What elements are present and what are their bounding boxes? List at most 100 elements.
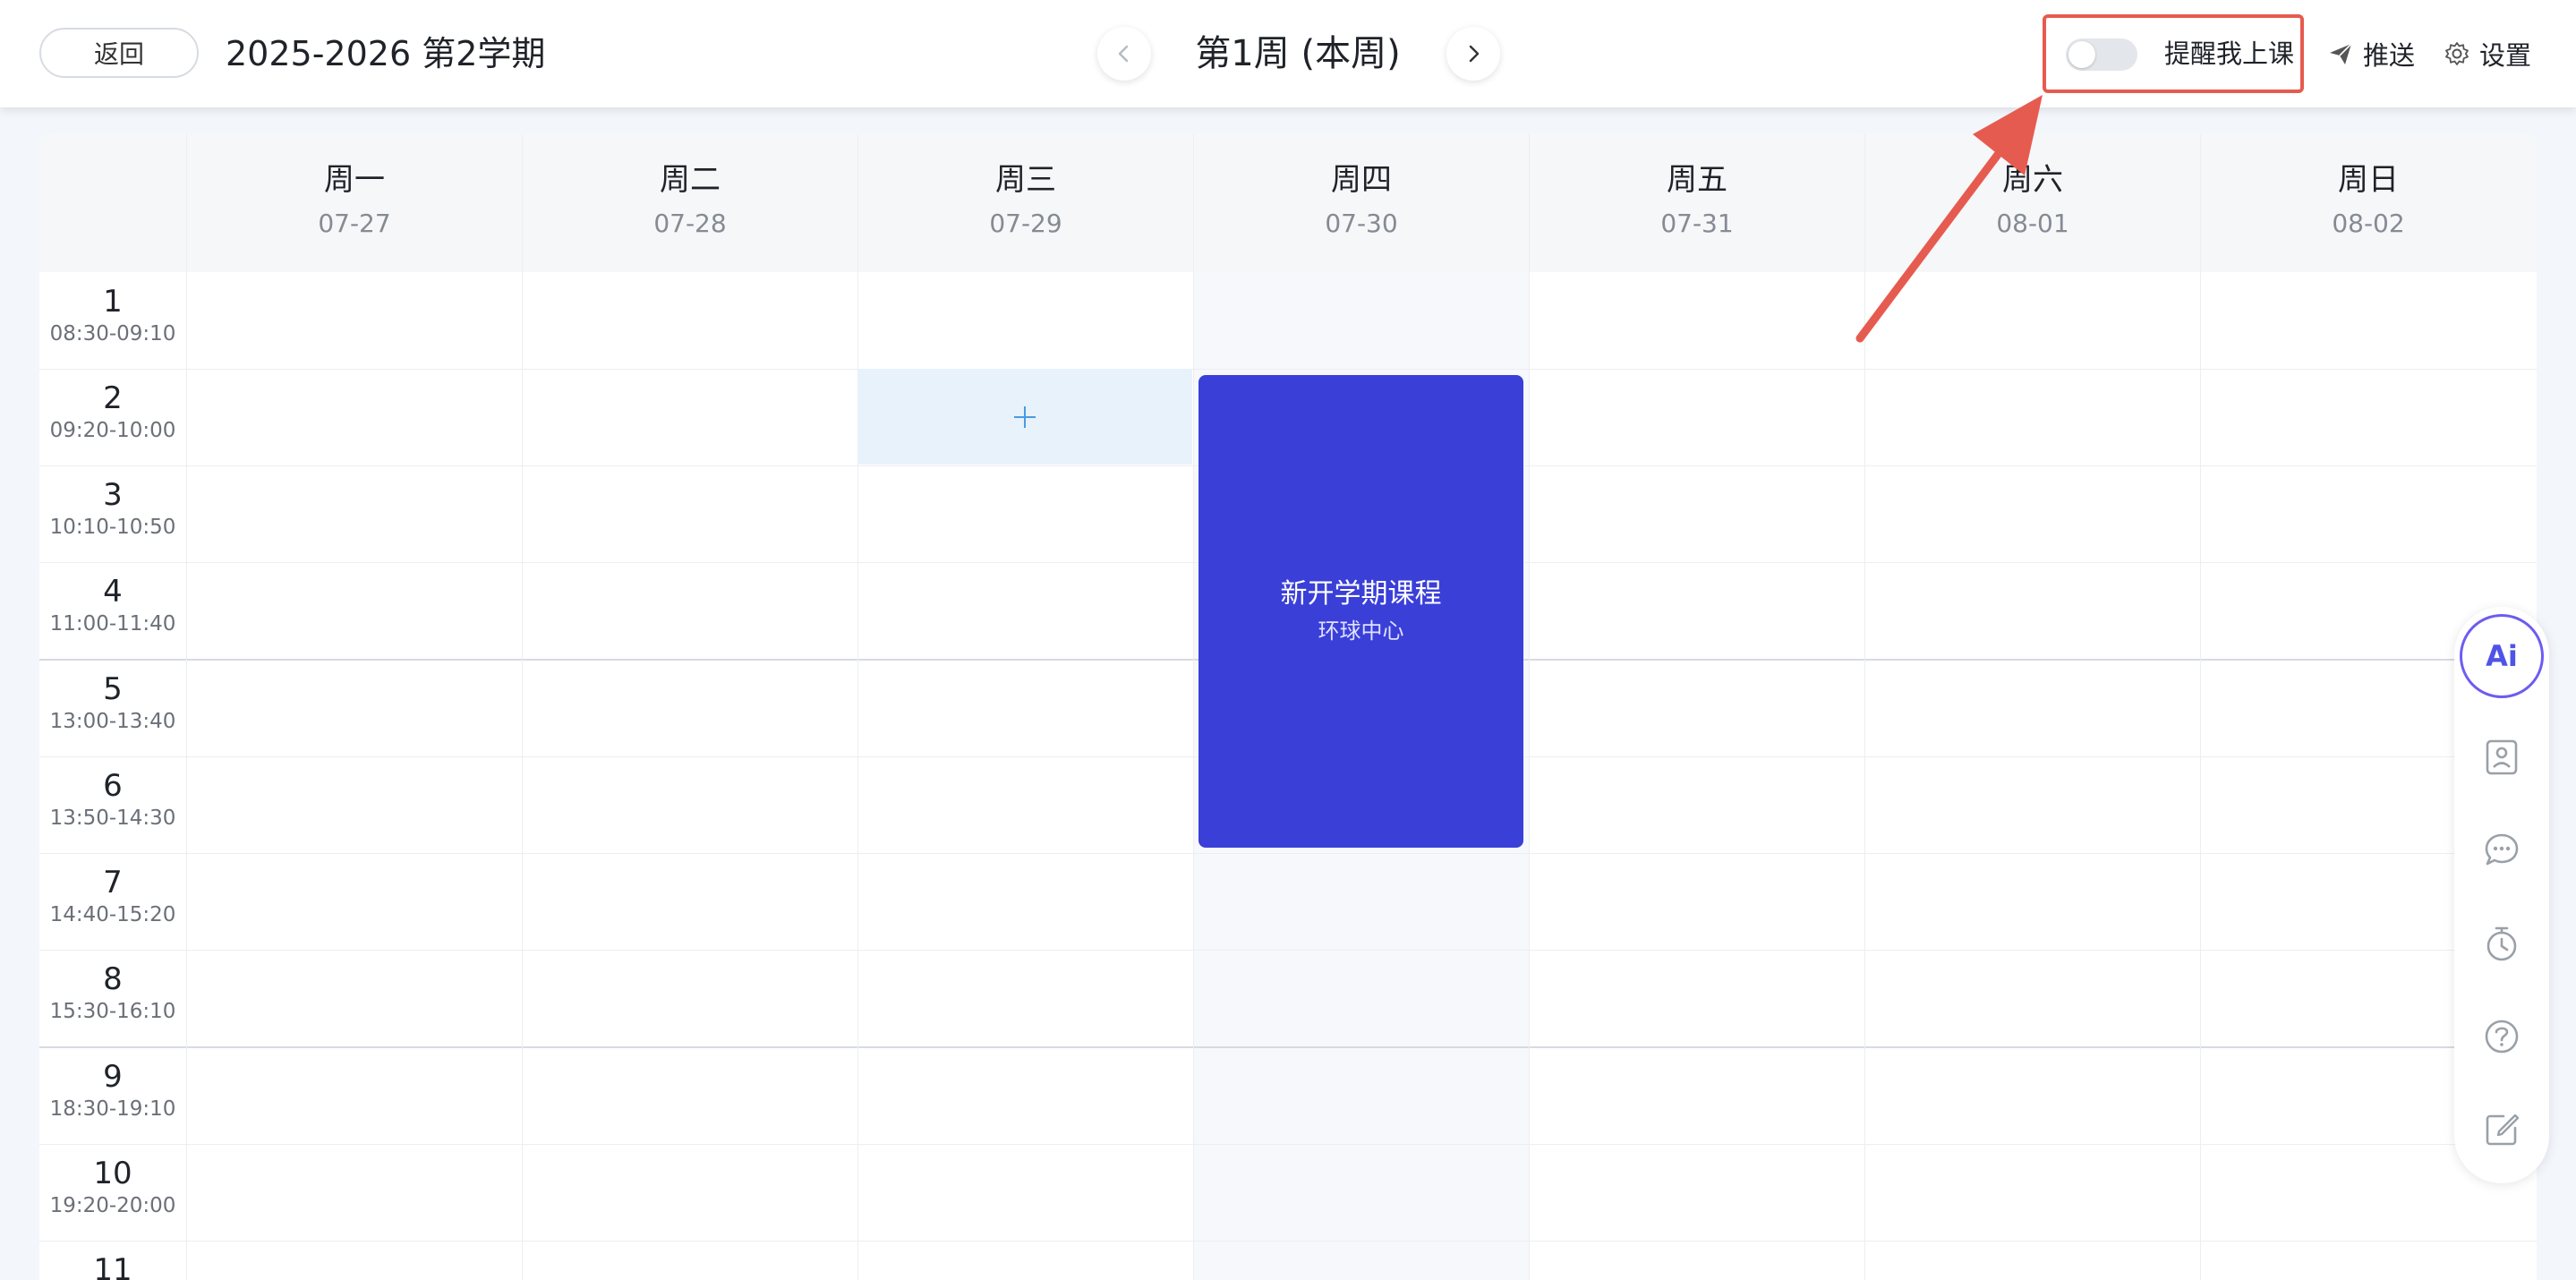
edit-button[interactable] xyxy=(2466,1094,2538,1165)
period-number: 7 xyxy=(103,865,123,900)
chat-icon xyxy=(2485,833,2519,866)
day-header: 周日 08-02 xyxy=(2200,134,2536,272)
gear-icon xyxy=(2445,42,2469,65)
highlight-box xyxy=(2043,14,2304,93)
column-divider xyxy=(1193,272,1194,1280)
week-title: 第1周 (本周) xyxy=(1195,33,1401,74)
timetable-grid: 1 08:30-09:10 2 09:20-10:00 3 10:10-10:5… xyxy=(39,272,2537,1280)
send-icon xyxy=(2330,43,2352,64)
day-header: 周五 07-31 xyxy=(1529,134,1864,272)
period-time: 09:20-10:00 xyxy=(49,419,176,442)
settings-button[interactable]: 设置 xyxy=(2444,34,2531,73)
day-header: 周三 07-29 xyxy=(857,134,1193,272)
period-label: 7 14:40-15:20 xyxy=(39,853,186,950)
period-number: 10 xyxy=(93,1156,132,1191)
column-divider xyxy=(522,272,523,1280)
back-button[interactable]: 返回 xyxy=(39,28,199,78)
day-date: 08-02 xyxy=(2332,209,2405,238)
course-name: 新开学期课程 xyxy=(1280,578,1442,610)
period-time: 19:20-20:00 xyxy=(49,1194,176,1217)
side-toolbar: Ai xyxy=(2454,607,2549,1183)
day-date: 07-27 xyxy=(318,209,391,238)
period-number: 11 xyxy=(93,1252,132,1280)
period-label: 4 11:00-11:40 xyxy=(39,562,186,659)
period-time: 08:30-09:10 xyxy=(49,322,176,346)
chat-button[interactable] xyxy=(2466,815,2538,886)
period-number: 3 xyxy=(103,477,123,513)
period-time: 14:40-15:20 xyxy=(49,903,176,926)
day-name: 周六 xyxy=(2002,162,2063,198)
push-label: 推送 xyxy=(2363,40,2416,71)
period-label: 3 10:10-10:50 xyxy=(39,465,186,562)
day-name: 周四 xyxy=(1331,162,1392,198)
prev-week-button[interactable] xyxy=(1097,27,1151,81)
plus-icon xyxy=(1014,405,1036,428)
day-name: 周五 xyxy=(1667,162,1727,198)
contact-card-icon xyxy=(2486,739,2518,775)
period-label: 2 09:20-10:00 xyxy=(39,369,186,465)
timer-icon xyxy=(2486,926,2517,961)
top-bar: 返回 2025-2026 第2学期 第1周 (本周) 提醒我上课 推送 设置 xyxy=(0,0,2576,107)
day-name: 周一 xyxy=(324,162,385,198)
column-divider xyxy=(1529,272,1530,1280)
course-location: 环球中心 xyxy=(1318,619,1404,644)
period-label: 6 13:50-14:30 xyxy=(39,756,186,853)
push-button[interactable]: 推送 xyxy=(2327,34,2415,73)
edit-icon xyxy=(2486,1114,2520,1146)
period-time: 11:00-11:40 xyxy=(49,612,176,636)
period-time: 13:00-13:40 xyxy=(49,710,176,733)
period-number: 2 xyxy=(103,380,123,416)
period-number: 8 xyxy=(103,961,123,997)
day-header: 周二 07-28 xyxy=(522,134,857,272)
column-divider xyxy=(1864,272,1865,1280)
period-number: 4 xyxy=(103,574,123,610)
period-time: 10:10-10:50 xyxy=(49,516,176,539)
period-number: 6 xyxy=(103,768,123,804)
day-name: 周二 xyxy=(660,162,721,198)
session-divider xyxy=(39,1046,2537,1048)
column-divider xyxy=(186,272,187,1280)
help-icon xyxy=(2485,1020,2519,1054)
settings-label: 设置 xyxy=(2479,40,2532,71)
period-label: 9 18:30-19:10 xyxy=(39,1047,186,1144)
day-header: 周四 07-30 xyxy=(1193,134,1529,272)
period-label: 1 08:30-09:10 xyxy=(39,272,186,369)
day-name: 周日 xyxy=(2338,162,2399,198)
contact-card-button[interactable] xyxy=(2466,721,2538,793)
row-divider xyxy=(39,1144,2537,1145)
period-label: 10 19:20-20:00 xyxy=(39,1144,186,1241)
period-number: 9 xyxy=(103,1059,123,1095)
period-number: 1 xyxy=(103,284,123,320)
day-date: 07-31 xyxy=(1660,209,1734,238)
course-card[interactable]: 新开学期课程 环球中心 xyxy=(1198,375,1523,848)
chevron-left-icon xyxy=(1118,45,1129,63)
row-divider xyxy=(39,1241,2537,1242)
day-header-row: 周一 07-27 周二 07-28 周三 07-29 周四 07-30 周五 0… xyxy=(39,134,2537,272)
day-date: 07-28 xyxy=(653,209,727,238)
day-date: 07-29 xyxy=(989,209,1062,238)
timer-button[interactable] xyxy=(2466,908,2538,979)
timetable: 周一 07-27 周二 07-28 周三 07-29 周四 07-30 周五 0… xyxy=(39,134,2537,1280)
period-time: 13:50-14:30 xyxy=(49,806,176,830)
day-header: 周一 07-27 xyxy=(186,134,522,272)
row-divider xyxy=(39,853,2537,854)
period-time: 18:30-19:10 xyxy=(49,1097,176,1121)
ai-assistant-button[interactable]: Ai xyxy=(2460,614,2544,698)
day-name: 周三 xyxy=(995,162,1056,198)
period-label: 5 13:00-13:40 xyxy=(39,660,186,756)
day-date: 07-30 xyxy=(1325,209,1398,238)
day-date: 08-01 xyxy=(1996,209,2069,238)
period-time: 15:30-16:10 xyxy=(49,1000,176,1023)
column-divider xyxy=(2200,272,2201,1280)
row-divider xyxy=(39,369,2537,370)
help-button[interactable] xyxy=(2466,1001,2538,1072)
period-label: 8 15:30-16:10 xyxy=(39,950,186,1046)
next-week-button[interactable] xyxy=(1446,27,1500,81)
row-divider xyxy=(39,950,2537,951)
day-header: 周六 08-01 xyxy=(1864,134,2200,272)
chevron-right-icon xyxy=(1469,45,1480,63)
corner-cell xyxy=(39,134,186,272)
term-title: 2025-2026 第2学期 xyxy=(226,34,546,73)
add-course-cell[interactable] xyxy=(857,369,1192,465)
period-number: 5 xyxy=(103,671,123,707)
